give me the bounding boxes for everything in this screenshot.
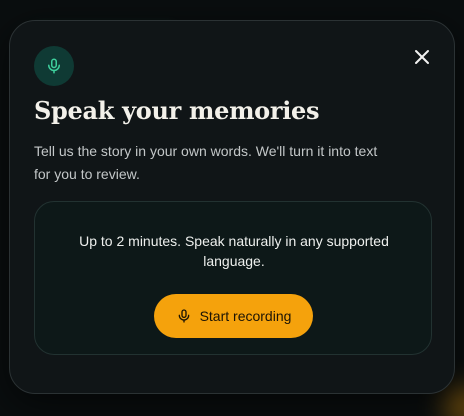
start-recording-label: Start recording bbox=[199, 308, 292, 324]
microphone-badge bbox=[34, 46, 74, 86]
voice-recording-dialog: Speak your memories Tell us the story in… bbox=[9, 20, 455, 394]
dialog-subtitle: Tell us the story in your own words. We'… bbox=[34, 143, 378, 182]
backdrop-glow bbox=[444, 386, 464, 416]
microphone-icon bbox=[45, 57, 63, 75]
close-button[interactable] bbox=[410, 45, 434, 69]
recording-panel: Up to 2 minutes. Speak naturally in any … bbox=[34, 201, 432, 355]
start-recording-button[interactable]: Start recording bbox=[154, 294, 313, 338]
recording-hint: Up to 2 minutes. Speak naturally in any … bbox=[79, 233, 389, 269]
microphone-icon bbox=[176, 308, 192, 324]
dialog-title: Speak your memories bbox=[34, 96, 320, 125]
close-icon bbox=[414, 49, 430, 65]
